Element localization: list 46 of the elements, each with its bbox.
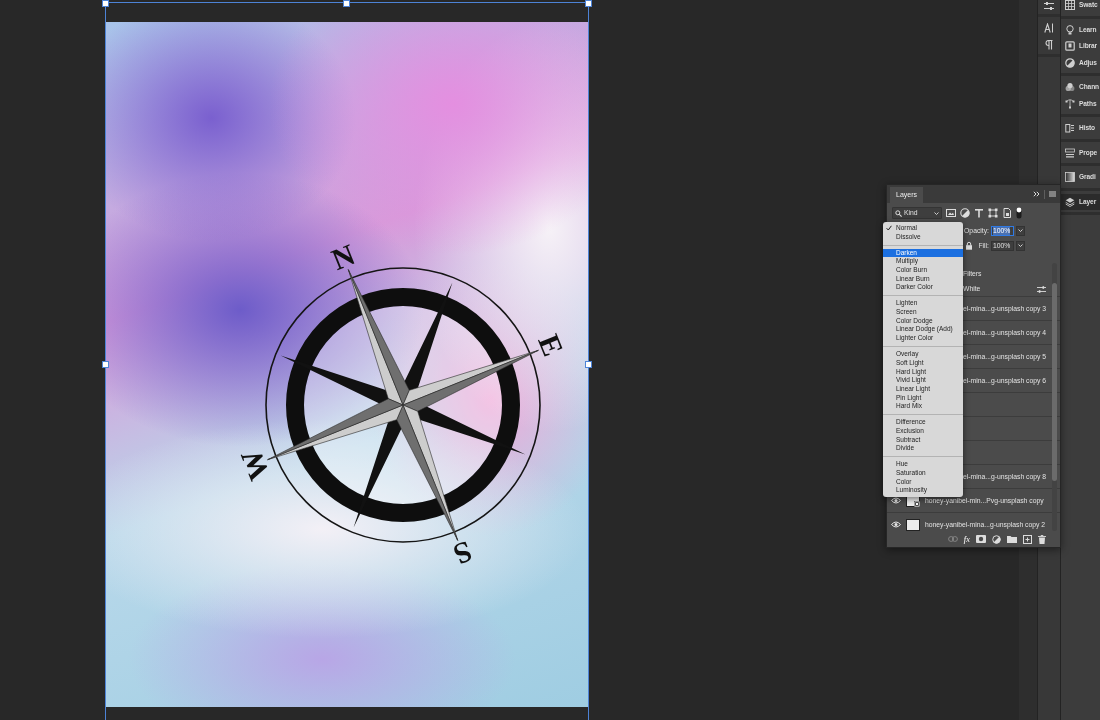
scrollbar-thumb[interactable] [1052, 283, 1057, 481]
stack-icon [1065, 196, 1075, 207]
fill-dropdown-button[interactable] [1016, 240, 1025, 251]
lock-icon[interactable] [965, 241, 973, 250]
type-icon[interactable] [974, 208, 984, 218]
circles-icon [1065, 82, 1075, 93]
gradient-square-icon [1065, 172, 1075, 183]
scrollbar-track[interactable] [1052, 263, 1057, 531]
transform-handle[interactable] [102, 0, 109, 7]
plus-square-icon[interactable] [1023, 534, 1032, 544]
toggle-switch[interactable] [1016, 207, 1022, 219]
pilcrow-icon[interactable] [1045, 40, 1053, 50]
transform-handle[interactable] [585, 0, 592, 7]
mask-icon[interactable] [976, 535, 986, 543]
half-circle-icon[interactable] [992, 534, 1001, 544]
search-icon [895, 209, 902, 217]
picture-list-icon [1065, 123, 1075, 134]
caret-icon [934, 211, 939, 215]
caret-icon [1018, 244, 1023, 247]
image-icon[interactable] [946, 208, 956, 218]
trash-icon[interactable] [1038, 534, 1046, 544]
opacity-dropdown-button[interactable] [1016, 225, 1025, 236]
half-circle-icon[interactable] [960, 208, 970, 218]
document-icon[interactable] [1002, 208, 1012, 218]
lightbulb-icon [1065, 24, 1075, 35]
transform-handle[interactable] [585, 361, 592, 368]
half-circle-icon [1065, 57, 1075, 68]
double-chevron-icon[interactable] [1033, 191, 1040, 197]
compass-direction-letter: S [449, 534, 477, 572]
eye-icon[interactable] [891, 497, 901, 504]
compass-direction-letter: E [532, 329, 571, 361]
frame-icon[interactable] [988, 208, 998, 218]
sliders-icon[interactable] [1037, 285, 1046, 293]
transform-handle[interactable] [102, 361, 109, 368]
transform-handle[interactable] [343, 0, 350, 7]
sliders-icon[interactable] [1044, 1, 1054, 11]
type-icon[interactable] [1044, 23, 1054, 33]
folder-icon[interactable] [1007, 535, 1017, 543]
caret-icon [1018, 229, 1023, 232]
path-nodes-icon [1065, 98, 1075, 109]
book-icon [1065, 41, 1075, 52]
list-box-icon [1065, 147, 1075, 158]
compass-direction-letter: W [233, 444, 276, 485]
grid-icon [1065, 0, 1075, 11]
compass-direction-letter: N [326, 237, 360, 277]
eye-icon[interactable] [891, 521, 901, 528]
